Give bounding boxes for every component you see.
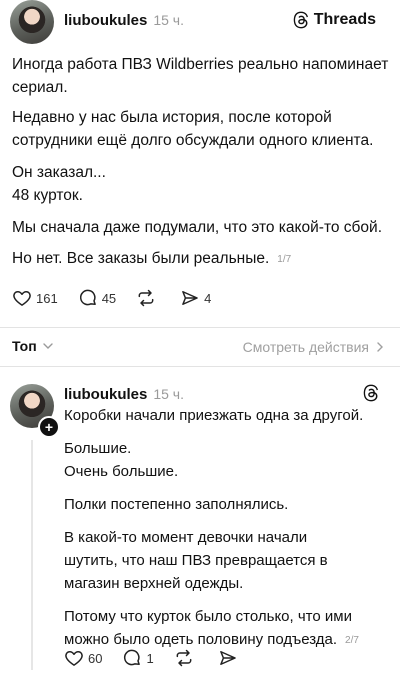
post-header: liuboukules 15 ч. <box>64 12 184 30</box>
threads-brand-label: Threads <box>313 11 376 28</box>
post-paragraph: В какой-то момент девочки начали шутить,… <box>64 529 328 592</box>
send-icon <box>182 291 199 305</box>
post-paragraph: Он заказал... <box>12 164 106 181</box>
follow-plus-icon[interactable]: + <box>38 416 60 438</box>
chevron-right-icon <box>377 342 383 352</box>
post-paragraph: 48 курток. <box>12 186 83 204</box>
post-actions: 161 45 4 <box>12 288 231 308</box>
post-body: Иногда работа ПВЗ Wildberries реально на… <box>12 54 390 271</box>
post-counter: 1/7 <box>277 253 292 265</box>
comment-icon <box>124 649 141 666</box>
post-counter: 2/7 <box>345 635 359 646</box>
comment-count: 45 <box>101 290 117 306</box>
repost-icon <box>176 649 192 667</box>
view-activity-link[interactable]: Смотреть действия <box>243 339 386 355</box>
send-icon <box>219 651 236 665</box>
post-paragraph-text: Но нет. Все заказы были реальные. <box>12 249 270 267</box>
avatar[interactable] <box>10 0 54 44</box>
post-paragraph: Большие. <box>64 440 132 457</box>
comment-count: 1 <box>146 650 154 666</box>
threads-logo-icon[interactable] <box>362 384 380 402</box>
repost-button[interactable] <box>174 648 198 668</box>
repost-button[interactable] <box>136 288 160 308</box>
view-activity-label: Смотреть действия <box>242 339 369 355</box>
heart-icon <box>13 291 31 306</box>
post-paragraph: Очень большие. <box>64 463 179 480</box>
repost-icon <box>138 289 154 307</box>
post-body: Коробки начали приезжать одна за другой.… <box>64 404 394 652</box>
comment-button[interactable]: 1 <box>122 648 154 668</box>
post-paragraph: Мы сначала даже подумали, что это какой-… <box>12 219 383 236</box>
post-paragraph: Но нет. Все заказы были реальные. 1/7 <box>12 248 390 272</box>
heart-icon <box>65 651 83 666</box>
sort-label: Топ <box>12 338 37 354</box>
sort-dropdown[interactable]: Топ <box>12 338 54 354</box>
post-actions: 60 1 <box>64 648 262 668</box>
post-header: liuboukules 15 ч. <box>64 386 184 404</box>
comment-icon <box>79 289 96 306</box>
threads-brand[interactable]: Threads <box>292 11 376 29</box>
post-time: 15 ч. <box>153 12 184 28</box>
like-button[interactable]: 161 <box>12 288 58 308</box>
share-count: 4 <box>204 290 212 306</box>
chevron-down-icon <box>42 343 53 349</box>
divider <box>0 327 400 328</box>
post-paragraph: Коробки начали приезжать одна за другой. <box>64 407 364 424</box>
post-paragraph-text: Потому что курток было столько, что ими … <box>64 608 352 648</box>
comment-button[interactable]: 45 <box>78 288 116 308</box>
like-button[interactable]: 60 <box>64 648 102 668</box>
post-paragraph: Недавно у нас была история, после которо… <box>12 109 374 149</box>
post-time: 15 ч. <box>153 386 184 402</box>
thread-line <box>31 440 33 670</box>
divider <box>0 366 400 367</box>
post-paragraph: Потому что курток было столько, что ими … <box>64 605 394 652</box>
username[interactable]: liuboukules <box>64 386 147 403</box>
like-count: 161 <box>36 290 58 306</box>
post-paragraph: Иногда работа ПВЗ Wildberries реально на… <box>12 56 389 96</box>
like-count: 60 <box>88 650 103 666</box>
username[interactable]: liuboukules <box>64 12 147 29</box>
post-paragraph: Полки постепенно заполнялись. <box>64 496 289 513</box>
share-button[interactable] <box>218 648 242 668</box>
threads-logo-icon <box>293 11 308 29</box>
share-button[interactable]: 4 <box>180 288 211 308</box>
